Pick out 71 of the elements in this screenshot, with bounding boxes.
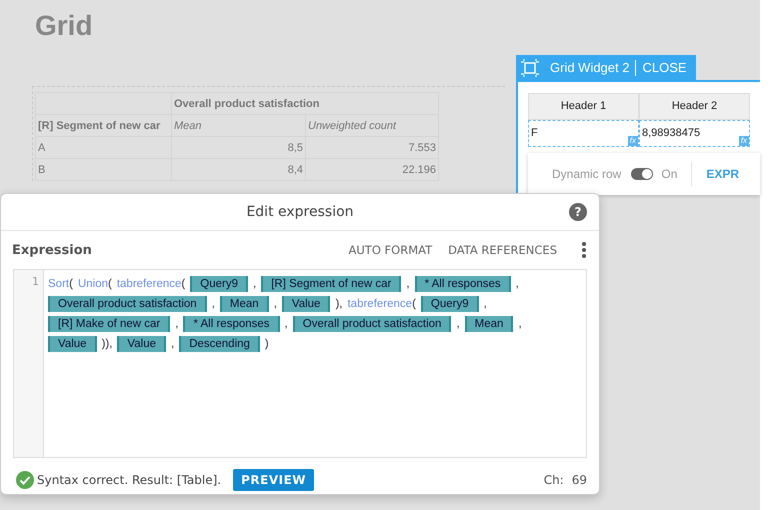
punctuation: ( [108,278,112,290]
punctuation: , [516,278,519,290]
section-label: Expression [12,242,92,258]
table-cell: B [36,158,172,180]
punctuation: )), [102,338,112,350]
column-header: [R] Segment of new car [36,114,172,136]
toggle-state: On [661,167,678,181]
toggle-switch[interactable] [631,168,654,180]
column-header: Header 1 [528,93,639,120]
widget-title: Grid Widget 2 [550,60,630,75]
column-header: Unweighted count [306,114,438,136]
punctuation: , [518,318,522,330]
line-number: 1 [32,275,39,288]
reference-chip[interactable]: Query9 [190,276,248,292]
reference-chip[interactable]: Value [117,336,166,352]
punctuation: ) [264,338,269,350]
punctuation: ( [69,278,73,290]
reference-chip[interactable]: Descending [179,336,260,352]
more-icon[interactable] [581,241,587,259]
column-header: Header 2 [639,93,750,120]
table-cell: A [36,136,172,158]
cell-value: F [531,127,538,139]
reference-chip[interactable]: * All responses [183,316,280,332]
punctuation: , [175,318,178,330]
dialog-title: Edit expression [246,204,354,220]
punctuation: , [170,338,174,350]
table-cell[interactable]: F fx [528,120,639,147]
select-frame-icon [520,58,540,76]
character-count: 69 [572,473,587,487]
punctuation: , [406,278,410,290]
function-name: Union [78,278,108,290]
cell-value: 8,98938475 [642,127,700,139]
punctuation: , [284,318,288,330]
toggle-label: Dynamic row [552,167,622,181]
reference-chip[interactable]: Overall product satisfaction [292,316,452,332]
punctuation: ), [335,298,342,310]
punctuation: ( [412,298,416,310]
help-button[interactable]: ? [569,203,587,221]
check-icon [15,470,35,490]
table-cell[interactable]: 8,98938475 fx [639,120,750,147]
column-header: Mean [172,114,306,136]
table-header: Overall product satisfaction [172,92,438,114]
reference-chip[interactable]: Query9 [420,296,479,312]
toolbar-button[interactable]: DATA REFERENCES [448,243,557,257]
table-cell: 7.553 [306,136,438,158]
punctuation: , [274,298,277,310]
page-title: Grid [35,10,94,42]
toolbar-button[interactable]: AUTO FORMAT [348,243,432,257]
punctuation: , [484,298,487,310]
reference-chip[interactable]: Value [282,296,330,312]
reference-chip[interactable]: Mean [464,316,514,332]
reference-chip[interactable]: Value [48,336,97,352]
preview-button[interactable]: PREVIEW [233,469,314,491]
table-cell: 22.196 [306,158,438,180]
status-message: Syntax correct. Result: [Table]. [37,473,222,487]
function-name: tabreference [116,278,182,290]
code-editor[interactable] [13,269,587,458]
function-name: Sort [48,278,70,290]
reference-chip[interactable]: * All responses [414,276,511,292]
punctuation: , [212,298,215,310]
reference-chip[interactable]: [R] Segment of new car [261,276,402,292]
punctuation: , [252,278,256,290]
reference-chip[interactable]: Mean [220,296,269,312]
function-name: tabreference [347,298,412,310]
punctuation: , [456,318,460,330]
table-cell: 8,4 [172,158,306,180]
reference-chip[interactable]: Overall product satisfaction [48,296,207,312]
table-cell: 8,5 [172,136,306,158]
reference-chip[interactable]: [R] Make of new car [48,316,170,332]
count-label: Ch: [544,473,564,487]
punctuation: ( [181,278,186,290]
